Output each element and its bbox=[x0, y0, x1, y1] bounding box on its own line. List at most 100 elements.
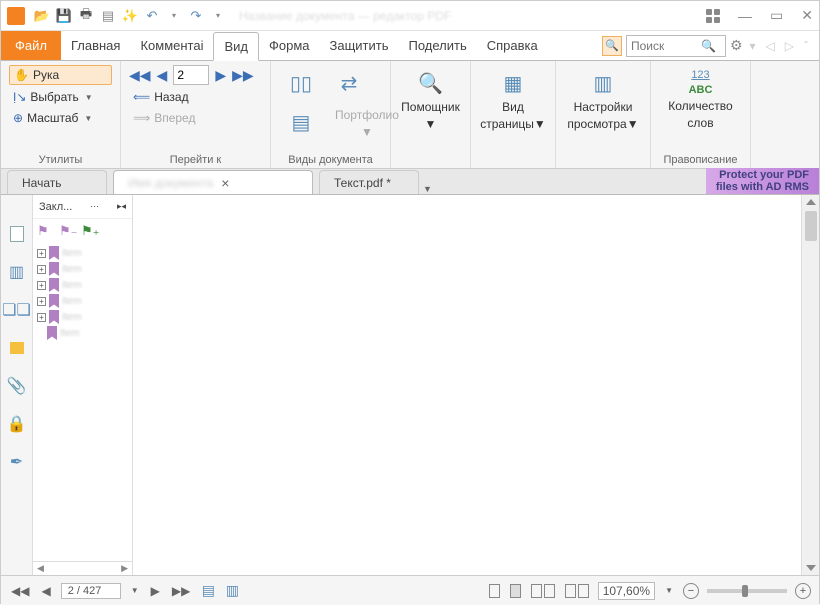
nav-back-button[interactable]: ⟸Назад bbox=[129, 88, 262, 106]
sb-prev-icon[interactable]: ◀ bbox=[39, 584, 52, 598]
nav-forward-button[interactable]: ⟹Вперед bbox=[129, 109, 262, 127]
sb-next-icon[interactable]: ▶ bbox=[149, 584, 162, 598]
panel-collapse-icon[interactable]: ▸◂ bbox=[117, 201, 126, 212]
menu-help[interactable]: Справка bbox=[477, 32, 548, 59]
bookmark-add-icon[interactable]: ⚑₊ bbox=[81, 223, 97, 239]
expand-icon[interactable]: + bbox=[37, 265, 46, 274]
bookmark-item[interactable]: +Item bbox=[37, 309, 128, 325]
menu-protect[interactable]: Защитить bbox=[320, 32, 399, 59]
next-page-icon[interactable]: ▶ bbox=[215, 67, 226, 84]
qat-customize[interactable]: ▾ bbox=[209, 7, 227, 25]
read-mode-button[interactable]: ▯▯ bbox=[279, 65, 323, 101]
sb-layout2-icon[interactable]: ▥ bbox=[224, 583, 240, 599]
arrange-icon[interactable] bbox=[706, 9, 720, 23]
minimize-button[interactable]: — bbox=[738, 8, 752, 24]
statusbar: ◀◀ ◀ 2 / 427 ▼ ▶ ▶▶ ▤ ▥ 107,60% ▼ − + bbox=[1, 575, 819, 605]
layers-panel-icon[interactable]: ❏❏ bbox=[8, 301, 26, 319]
panel-menu-icon[interactable]: ⋯ bbox=[90, 201, 99, 212]
vertical-scrollbar[interactable] bbox=[801, 195, 819, 575]
sb-zoom-display[interactable]: 107,60% bbox=[598, 582, 655, 600]
expand-icon[interactable]: + bbox=[37, 281, 46, 290]
sb-zoom-dd-icon[interactable]: ▼ bbox=[663, 586, 675, 595]
menu-view[interactable]: Вид bbox=[213, 32, 259, 61]
reverse-view-button[interactable]: ⇄ bbox=[327, 65, 371, 101]
bookmark-item[interactable]: +Item bbox=[37, 293, 128, 309]
save-icon[interactable]: 💾 bbox=[55, 7, 73, 25]
signatures-panel-icon[interactable]: ✒ bbox=[8, 453, 26, 471]
sb-facing-cont-icon[interactable] bbox=[564, 584, 590, 598]
menu-file[interactable]: Файл bbox=[1, 31, 61, 60]
page-view-button[interactable]: ▦ Вид страницы▼ bbox=[479, 65, 547, 135]
text-viewer-button[interactable]: ▤ bbox=[279, 104, 323, 143]
minimize-ribbon-icon[interactable]: ˆ bbox=[801, 39, 811, 53]
bookmark-item[interactable]: +Item bbox=[37, 245, 128, 261]
hand-tool-button[interactable]: ✋Рука bbox=[9, 65, 112, 85]
first-page-icon[interactable]: ◀◀ bbox=[129, 67, 151, 84]
menu-share[interactable]: Поделить bbox=[399, 32, 477, 59]
sb-page-display[interactable]: 2 / 427 bbox=[61, 583, 121, 599]
scrollbar-thumb[interactable] bbox=[805, 211, 817, 241]
bookmark-item[interactable]: +Item bbox=[37, 277, 128, 293]
undo-dropdown[interactable]: ▾ bbox=[165, 7, 183, 25]
attachments-panel-icon[interactable]: 📎 bbox=[8, 377, 26, 395]
document-view[interactable] bbox=[133, 195, 801, 575]
expand-icon[interactable]: + bbox=[37, 297, 46, 306]
page-number-input[interactable] bbox=[173, 65, 209, 85]
maximize-button[interactable]: ▭ bbox=[770, 7, 783, 24]
menu-comment[interactable]: Комментаі bbox=[130, 32, 213, 59]
tab-close-icon[interactable]: × bbox=[221, 175, 229, 191]
last-page-icon[interactable]: ▶▶ bbox=[232, 67, 254, 84]
undo-icon[interactable]: ↶ bbox=[143, 7, 161, 25]
find-button[interactable]: 🔍 bbox=[602, 36, 622, 56]
pages-panel-icon[interactable]: ▥ bbox=[8, 263, 26, 281]
tab-menu-icon[interactable]: ▼ bbox=[419, 184, 436, 194]
sb-continuous-icon[interactable] bbox=[510, 584, 521, 598]
security-panel-icon[interactable]: 🔒 bbox=[8, 415, 26, 433]
word-count-button[interactable]: 123 ABC Количество слов bbox=[659, 65, 742, 134]
back-arrow-icon: ⟸ bbox=[133, 90, 150, 104]
bookmarks-panel-icon[interactable] bbox=[8, 225, 26, 243]
assistant-button[interactable]: 🔍 Помощник▼ bbox=[399, 65, 462, 135]
bookmark-flag-icon[interactable]: ⚑ bbox=[37, 223, 53, 239]
tab-doc1[interactable]: Имя документа× bbox=[113, 170, 313, 194]
new-icon[interactable]: ✨ bbox=[121, 7, 139, 25]
nav-fwd-icon[interactable]: ▷ bbox=[782, 39, 797, 53]
expand-icon[interactable]: + bbox=[37, 249, 46, 258]
sb-page-dd-icon[interactable]: ▼ bbox=[129, 586, 141, 595]
bookmark-item[interactable]: +Item bbox=[37, 261, 128, 277]
open-icon[interactable]: 📂 bbox=[33, 7, 51, 25]
menu-form[interactable]: Форма bbox=[259, 32, 320, 59]
sb-facing-icon[interactable] bbox=[530, 584, 556, 598]
print-icon[interactable]: 🖶 bbox=[77, 7, 95, 25]
nav-back-icon[interactable]: ◁ bbox=[763, 39, 778, 53]
expand-icon[interactable]: + bbox=[37, 313, 46, 322]
magnify-page-icon: 🔍 bbox=[417, 69, 445, 97]
sb-zoom-in-icon[interactable]: + bbox=[795, 583, 811, 599]
prev-page-icon[interactable]: ◀ bbox=[157, 67, 168, 84]
select-tool-button[interactable]: Ị↘Выбрать▼ bbox=[9, 88, 112, 106]
menu-home[interactable]: Главная bbox=[61, 32, 130, 59]
zoom-tool-button[interactable]: ⊕Масштаб▼ bbox=[9, 109, 112, 127]
protect-banner[interactable]: Protect your PDF files with AD RMS bbox=[706, 168, 819, 194]
tab-doc2[interactable]: Текст.pdf * bbox=[319, 170, 419, 194]
bookmark-item[interactable]: Item bbox=[47, 325, 128, 341]
sb-first-icon[interactable]: ◀◀ bbox=[9, 584, 31, 598]
view-settings-button[interactable]: ▥ Настройки просмотра▼ bbox=[564, 65, 642, 135]
sb-zoom-out-icon[interactable]: − bbox=[683, 583, 699, 599]
sb-last-icon[interactable]: ▶▶ bbox=[170, 584, 192, 598]
search-box[interactable]: 🔍 bbox=[626, 35, 726, 57]
ribbon-dropdown[interactable]: ▾ bbox=[747, 39, 759, 53]
bookmark-delete-icon[interactable]: ⚑₋ bbox=[59, 223, 75, 239]
sb-layout1-icon[interactable]: ▤ bbox=[200, 583, 216, 599]
panel-hscroll[interactable]: ◀▶ bbox=[33, 561, 132, 575]
comments-panel-icon[interactable] bbox=[8, 339, 26, 357]
scan-icon[interactable]: ▤ bbox=[99, 7, 117, 25]
redo-icon[interactable]: ↷ bbox=[187, 7, 205, 25]
search-go-icon[interactable]: 🔍 bbox=[701, 39, 716, 53]
tab-start[interactable]: Начать bbox=[7, 170, 107, 194]
sb-single-page-icon[interactable] bbox=[489, 584, 500, 598]
search-input[interactable] bbox=[631, 39, 701, 53]
close-button[interactable]: ✕ bbox=[801, 7, 813, 24]
settings-gear-icon[interactable]: ⚙ bbox=[730, 37, 743, 54]
sb-zoom-slider[interactable] bbox=[707, 589, 787, 593]
